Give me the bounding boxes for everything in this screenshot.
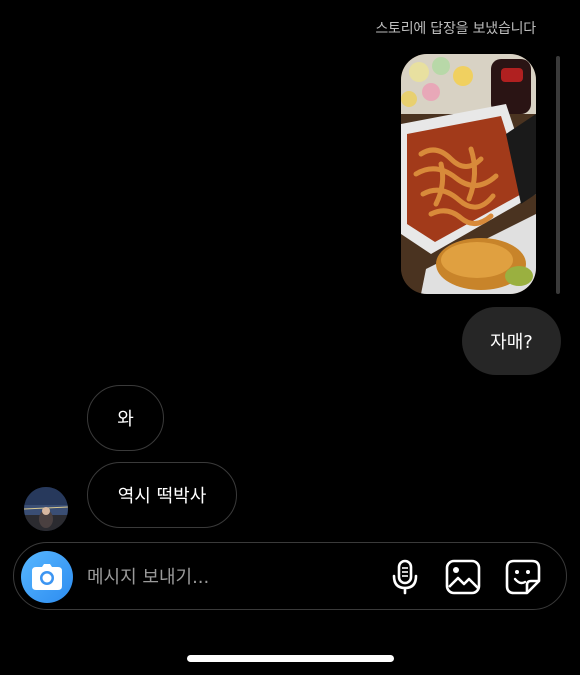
incoming-message-bubble[interactable]: 와 [87, 385, 164, 451]
gallery-icon [445, 559, 481, 595]
incoming-message-bubble[interactable]: 역시 떡박사 [87, 462, 237, 528]
outgoing-message-bubble[interactable]: 자매? [462, 307, 561, 375]
home-indicator[interactable] [187, 655, 394, 662]
message-input[interactable] [87, 563, 347, 591]
gallery-button[interactable] [444, 558, 482, 596]
avatar-image [24, 487, 68, 531]
story-food-image [401, 54, 536, 294]
sticker-icon [505, 559, 541, 595]
camera-icon [32, 564, 62, 590]
sticker-button[interactable] [504, 558, 542, 596]
story-reply-note: 스토리에 답장을 보냈습니다 [375, 21, 536, 37]
microphone-icon [392, 559, 418, 595]
sender-avatar[interactable] [24, 487, 68, 531]
story-thumbnail[interactable] [401, 54, 536, 294]
scroll-indicator[interactable] [556, 56, 560, 294]
camera-button[interactable] [21, 551, 73, 603]
message-composer [13, 542, 567, 610]
voice-message-button[interactable] [386, 558, 424, 596]
